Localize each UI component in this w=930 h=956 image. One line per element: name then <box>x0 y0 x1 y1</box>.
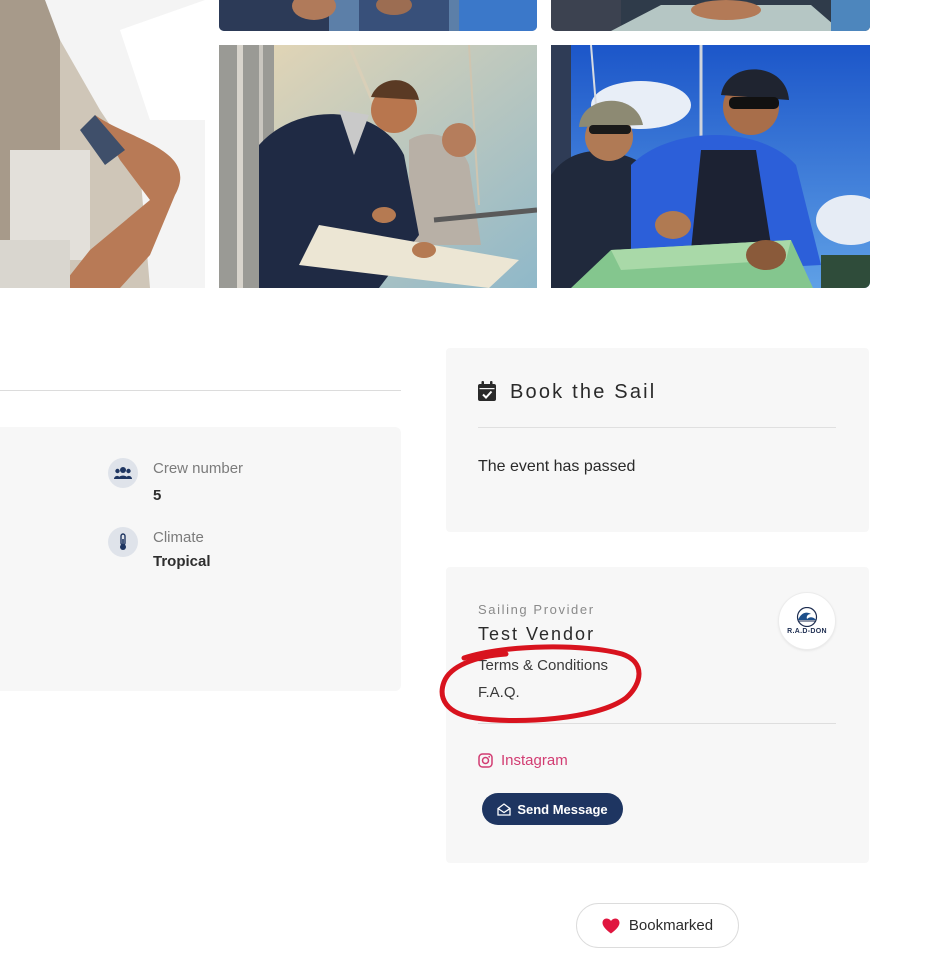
details-card: Crew number 5 Climate Tropical <box>0 427 401 691</box>
crew-number-value: 5 <box>153 487 162 504</box>
heart-icon <box>602 918 620 933</box>
gallery-photo-top-middle[interactable] <box>219 0 537 31</box>
send-message-button[interactable]: Send Message <box>482 793 623 825</box>
bookmark-button[interactable]: Bookmarked <box>576 903 739 948</box>
vendor-name[interactable]: Test Vendor <box>478 624 595 645</box>
envelope-open-icon <box>497 802 511 816</box>
climate-value: Tropical <box>153 553 211 570</box>
book-the-sail-title: Book the Sail <box>510 381 657 403</box>
climate-label: Climate <box>153 529 204 546</box>
terms-conditions-link[interactable]: Terms & Conditions <box>478 657 608 674</box>
wave-logo-icon <box>796 607 818 627</box>
instagram-link[interactable]: Instagram <box>478 752 568 769</box>
sailing-provider-card: Sailing Provider Test Vendor Terms & Con… <box>446 567 869 863</box>
sailing-provider-label: Sailing Provider <box>478 602 595 617</box>
book-the-sail-card: Book the Sail The event has passed <box>446 348 869 532</box>
faq-link[interactable]: F.A.Q. <box>478 684 520 701</box>
bookmark-label: Bookmarked <box>628 917 714 934</box>
gallery-photo-sailor-left[interactable] <box>0 0 205 288</box>
gallery-photo-map-planning[interactable] <box>551 45 870 288</box>
vendor-logo[interactable]: R.A.D-DON <box>779 593 835 649</box>
send-message-label: Send Message <box>517 801 608 817</box>
gallery-photo-chart-reading[interactable] <box>219 45 537 288</box>
vendor-card-divider <box>478 723 836 724</box>
book-card-divider <box>478 427 836 428</box>
section-divider <box>0 390 401 391</box>
instagram-label: Instagram <box>501 752 568 769</box>
vendor-logo-text: R.A.D-DON <box>787 628 827 635</box>
crew-number-label: Crew number <box>153 460 244 477</box>
instagram-icon <box>478 753 493 768</box>
event-status-text: The event has passed <box>478 458 636 475</box>
thermometer-icon <box>108 527 138 557</box>
users-icon <box>108 458 138 488</box>
gallery-photo-top-right[interactable] <box>551 0 870 31</box>
calendar-check-icon <box>478 381 496 401</box>
